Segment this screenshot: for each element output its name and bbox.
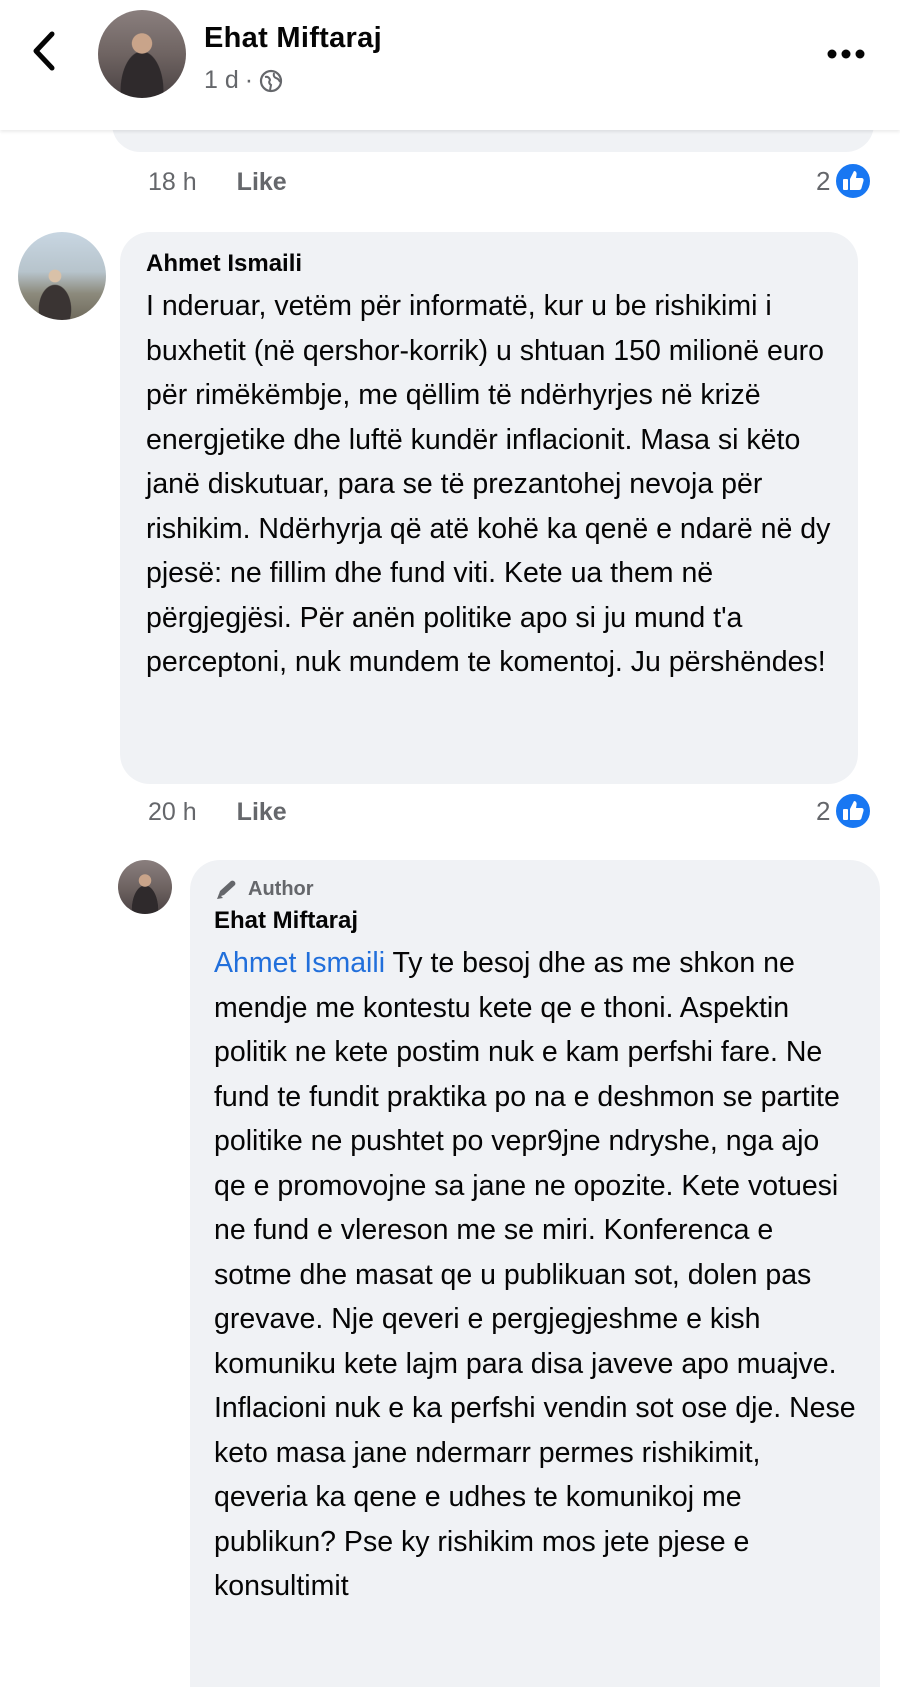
reaction-summary[interactable]: 2 [816, 162, 873, 200]
pencil-icon [217, 880, 236, 899]
header-avatar[interactable] [98, 10, 186, 98]
like-reaction-icon [834, 162, 873, 200]
previous-comment-actions: 18 h Like [148, 168, 287, 197]
like-button[interactable]: Like [237, 798, 287, 827]
reaction-summary[interactable]: 2 [816, 792, 873, 830]
mention-link[interactable]: Ahmet Ismaili [214, 947, 385, 979]
header-author-name[interactable]: Ehat Miftaraj [204, 22, 382, 55]
reaction-count: 2 [816, 795, 831, 826]
header-post-meta: 1 d · [204, 66, 283, 95]
like-reaction-icon [834, 792, 873, 830]
post-header: Ehat Miftaraj 1 d · [0, 0, 900, 130]
more-options-icon[interactable] [826, 48, 866, 60]
meta-separator: · [244, 66, 254, 94]
commenter-avatar[interactable] [18, 232, 106, 320]
post-time: 1 d [204, 66, 239, 94]
comment-time: 18 h [148, 168, 197, 196]
comment-time: 20 h [148, 798, 197, 826]
reply-body: Ty te besoj dhe as me shkon ne mendje me… [214, 947, 856, 1602]
like-button[interactable]: Like [237, 168, 287, 197]
comment-text: I nderuar, vetëm për informatë, kur u be… [146, 290, 831, 678]
reaction-count: 2 [816, 165, 831, 196]
reply-bubble: Author Ehat Miftaraj Ahmet Ismaili Ty te… [190, 860, 880, 1687]
comment-actions: 20 h Like [148, 798, 287, 827]
reply-author-avatar[interactable] [118, 860, 172, 914]
comment-author-name[interactable]: Ahmet Ismaili [146, 250, 832, 278]
globe-icon [259, 69, 283, 92]
author-badge: Author [214, 878, 856, 901]
back-arrow-icon[interactable] [26, 28, 62, 74]
author-badge-label: Author [248, 878, 314, 900]
reply-text: Ahmet Ismaili Ty te besoj dhe as me shko… [214, 941, 856, 1609]
comment-bubble: Ahmet Ismaili I nderuar, vetëm për infor… [120, 232, 858, 784]
reply-author-name[interactable]: Ehat Miftaraj [214, 907, 856, 935]
